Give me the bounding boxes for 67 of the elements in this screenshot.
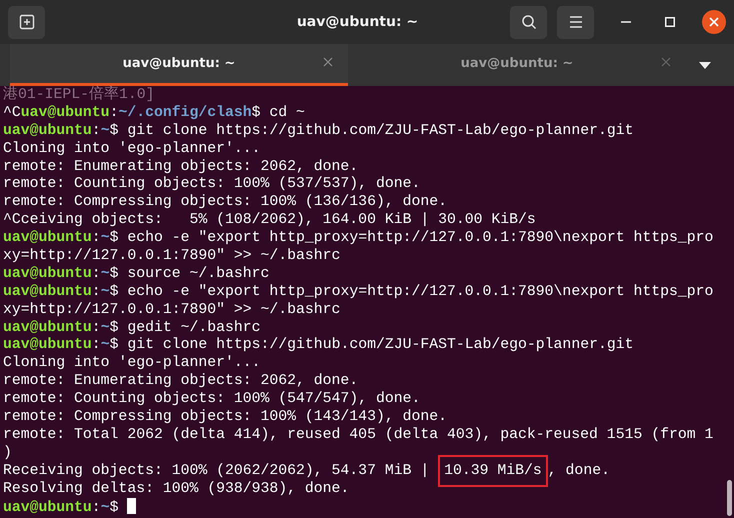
prompt-path: ~ [100, 500, 110, 516]
terminal-text: $ git clone https://github.com/ZJU-FAST-Lab/ego-planner.git [110, 337, 634, 354]
tab-close-button[interactable] [322, 56, 334, 68]
close-icon [322, 56, 334, 68]
highlighted-text: 10.39 MiB/s [438, 454, 548, 487]
prompt-path: ~ [100, 230, 110, 246]
search-icon [520, 14, 536, 30]
prompt-user: uav@ubuntu [3, 284, 92, 300]
prompt-user: uav@ubuntu [3, 320, 92, 336]
terminal-text: $ [110, 500, 120, 516]
prompt-user: uav@ubuntu [3, 230, 92, 246]
terminal-text: : [92, 320, 101, 336]
maximize-icon [665, 17, 675, 27]
terminal-text: Receiving objects: 100% (2062/2062), 54.37 MiB | [3, 462, 430, 479]
terminal-text: $ echo -e "export http_proxy=http://127.0.0.1:7890\nexport https_pro [110, 230, 714, 246]
minimize-icon [621, 21, 631, 23]
terminal-text: $ gedit ~/.bashrc [110, 320, 261, 336]
menu-icon [568, 16, 582, 28]
prompt-path: ~ [100, 284, 110, 300]
terminal-text: $ cd ~ [252, 104, 305, 121]
prompt-user: uav@ubuntu [3, 500, 92, 516]
terminal-text: remote: Total 2062 (delta 414), reused 405 (delta 403), pack-reused 1515 (from 1 [3, 426, 714, 443]
terminal-text: $ git clone https://github.com/ZJU-FAST-Lab/ego-planner.git [110, 122, 634, 139]
terminal-text: remote: Compressing objects: 100% (143/143), done. [3, 409, 447, 426]
terminal-text: : [92, 266, 101, 282]
terminal-text: remote: Enumerating objects: 2062, done. [3, 158, 358, 175]
terminal-text: ^C [3, 104, 21, 121]
scrollbar-thumb[interactable] [727, 480, 732, 516]
prompt-path: ~/.config/clash [118, 104, 252, 121]
prompt-user: uav@ubuntu [20, 104, 110, 121]
prompt-user: uav@ubuntu [3, 122, 92, 139]
prompt-path: ~ [100, 337, 110, 354]
menu-button[interactable] [557, 6, 594, 38]
prompt-user: uav@ubuntu [3, 266, 92, 282]
new-tab-icon [18, 14, 34, 30]
terminal-text: : [92, 500, 101, 516]
terminal-text: Cloning into 'ego-planner'... [3, 140, 261, 157]
window-title: uav@ubuntu: ~ [296, 14, 420, 30]
terminal-text: : [110, 104, 118, 121]
close-button[interactable] [702, 10, 726, 34]
prompt-path: ~ [100, 266, 110, 282]
terminal-text: remote: Compressing objects: 100% (136/136), done. [3, 194, 447, 210]
terminal-text: : [92, 337, 101, 354]
terminal-text: : [92, 284, 101, 300]
terminal-text: , done. [548, 462, 610, 479]
terminal-text: Resolving deltas: 100% (938/938), done. [3, 480, 350, 497]
close-icon [660, 56, 672, 68]
caret-icon [699, 62, 711, 68]
prompt-path: ~ [100, 320, 110, 336]
terminal-tab[interactable]: uav@ubuntu: ~ [10, 44, 348, 86]
prompt-path: ~ [100, 122, 110, 139]
terminal-text: xy=http://127.0.0.1:7890" >> ~/.bashrc [3, 302, 340, 318]
new-tab-button[interactable] [8, 6, 45, 38]
terminal-text: ^Cceiving objects: 5% (108/2062), 164.00 KiB | 30.00 KiB/s [3, 212, 536, 228]
terminal-text: : [92, 122, 101, 139]
terminal-text: : [92, 230, 101, 246]
terminal-text: ) [3, 444, 12, 461]
prompt-user: uav@ubuntu [3, 337, 92, 354]
terminal-text: remote: Counting objects: 100% (547/547), done. [3, 391, 420, 408]
terminal-text: $ echo -e "export http_proxy=http://127.0.0.1:7890\nexport https_pro [110, 284, 714, 300]
terminal-text: remote: Enumerating objects: 2062, done. [3, 373, 358, 390]
terminal-text: Cloning into 'ego-planner'... [3, 355, 261, 372]
terminal-text: remote: Counting objects: 100% (537/537), done. [3, 176, 420, 192]
close-icon [709, 17, 719, 27]
terminal-text: xy=http://127.0.0.1:7890" >> ~/.bashrc [3, 248, 340, 264]
search-button[interactable] [510, 6, 547, 38]
terminal-text: $ source ~/.bashrc [110, 266, 270, 282]
